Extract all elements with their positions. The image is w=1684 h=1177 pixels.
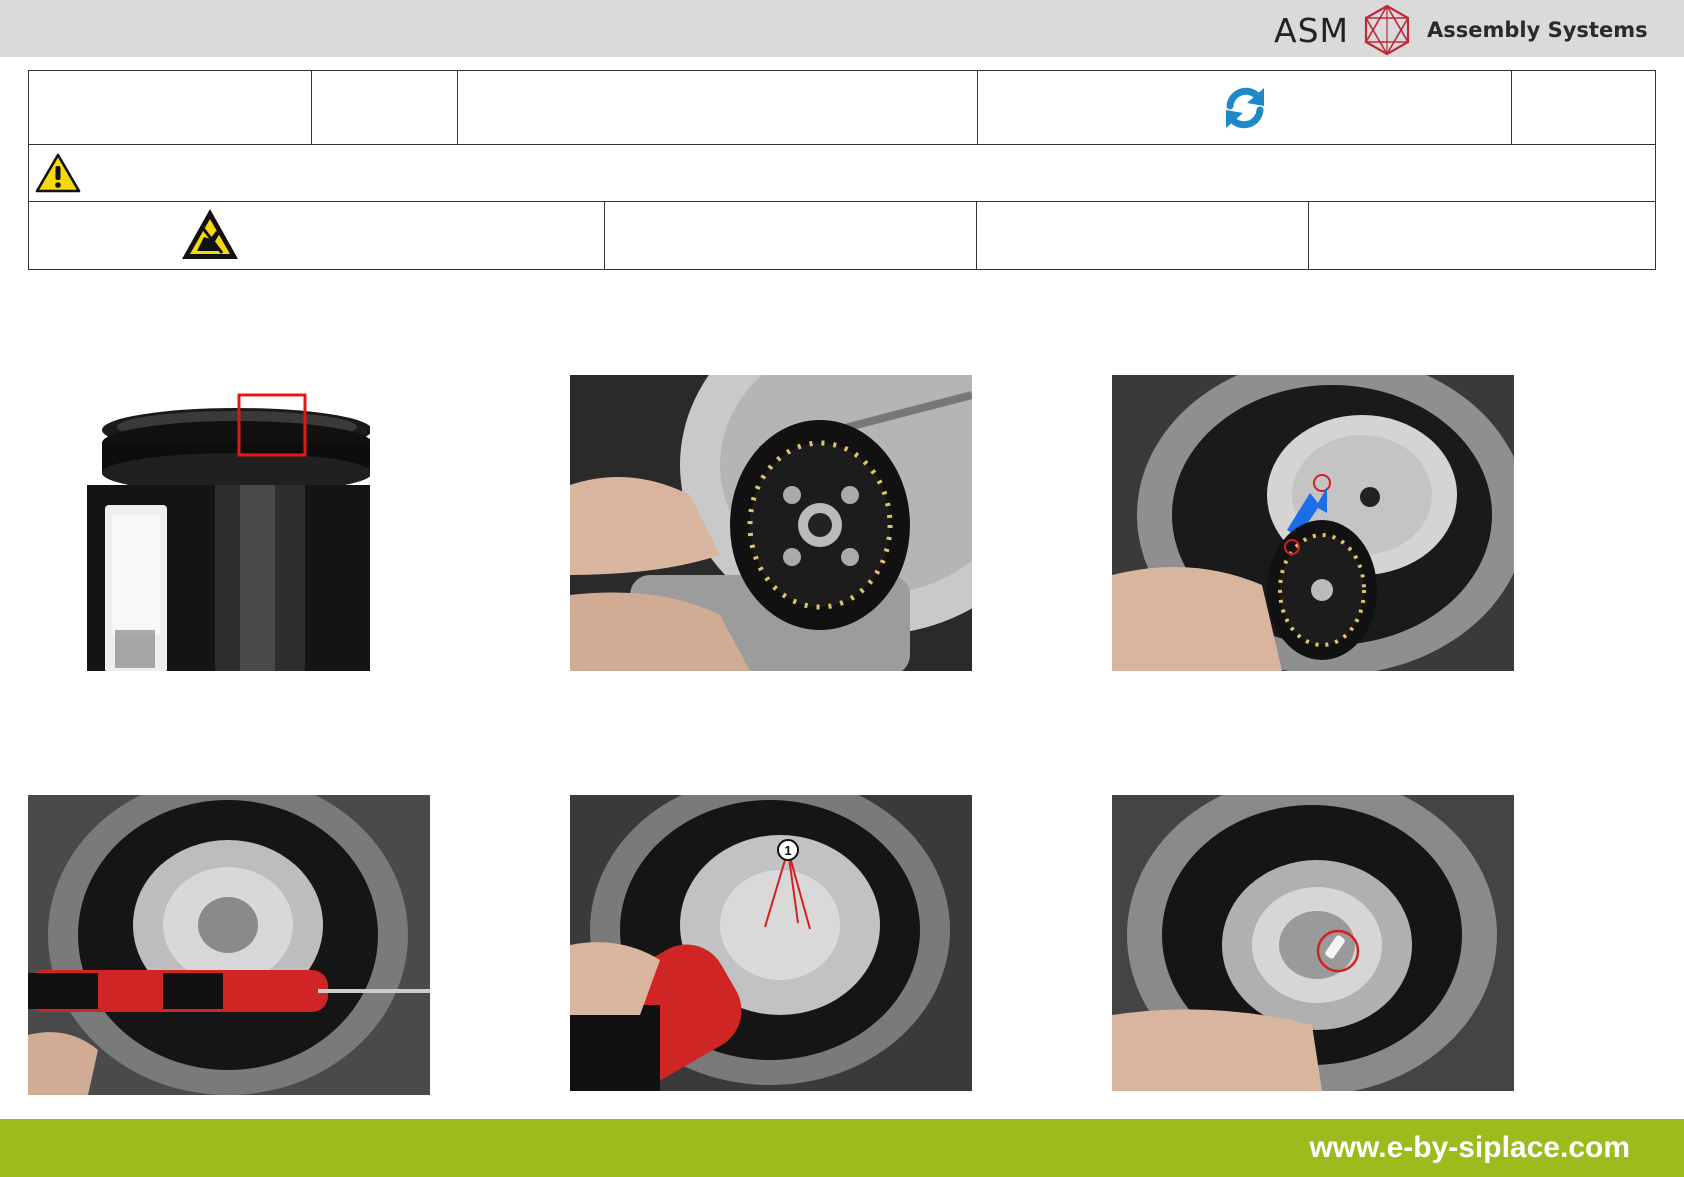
footer-website-link[interactable]: www.e-by-siplace.com (1309, 1131, 1630, 1165)
pin-marked-image (1112, 795, 1514, 1091)
photo-step-5: 1 (570, 795, 972, 1091)
brand-name: ASM (1274, 10, 1349, 50)
encoder-disc-removal-image (570, 375, 972, 671)
info-cell-3 (457, 70, 978, 145)
info-row-1 (28, 70, 1656, 145)
info-cell-4 (977, 70, 1512, 145)
warning-row (28, 144, 1656, 202)
esd-cell-3 (976, 201, 1309, 270)
brand-subtitle: Assembly Systems (1427, 18, 1648, 42)
refresh-icon (1225, 87, 1264, 128)
top-bar: ASM Assembly Systems (0, 0, 1684, 57)
warning-cell (28, 144, 1656, 202)
info-cell-5 (1511, 70, 1656, 145)
esd-cell-2 (604, 201, 977, 270)
disc-alignment-image (1112, 375, 1514, 671)
info-cell-1 (28, 70, 312, 145)
esd-hand-icon (182, 209, 238, 259)
info-table (28, 70, 1656, 202)
esd-table (28, 201, 1656, 270)
footer-bar: www.e-by-siplace.com (0, 1119, 1684, 1177)
info-cell-2 (311, 70, 458, 145)
screws-marked-image: 1 (570, 795, 972, 1091)
esd-cell (28, 201, 605, 270)
torque-screwdriver-image (28, 795, 430, 1095)
photo-step-2 (570, 375, 972, 671)
brand: ASM Assembly Systems (1274, 4, 1648, 56)
asm-logo-icon (1364, 4, 1410, 56)
photo-step-4 (28, 795, 430, 1095)
callout-1: 1 (784, 843, 791, 858)
esd-cell-4 (1308, 201, 1656, 270)
pipette-holder-image (65, 375, 370, 671)
photo-step-6 (1112, 795, 1514, 1091)
esd-row (28, 201, 1656, 270)
warning-triangle-icon (35, 153, 81, 193)
photo-step-1 (65, 375, 370, 671)
photo-step-3 (1112, 375, 1514, 671)
